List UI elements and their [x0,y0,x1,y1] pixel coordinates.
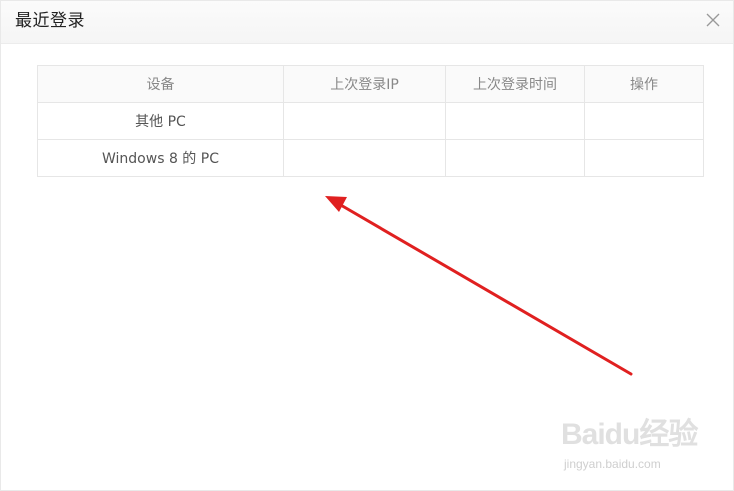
recent-login-dialog: 最近登录 设备 上次登录IP 上次登录时间 操作 其他 PC Windows 8… [0,0,734,491]
table-row: Windows 8 的 PC [37,139,704,177]
header-last-time: 上次登录时间 [445,65,585,103]
header-device: 设备 [37,65,284,103]
baidu-watermark: Baidu经验 jingyan.baidu.com [561,409,731,481]
dialog-title-bar: 最近登录 [1,1,733,44]
ip-cell [283,139,446,177]
table-row: 其他 PC [37,102,704,140]
action-cell[interactable] [584,102,704,140]
ip-cell [283,102,446,140]
arrow-head [325,196,347,212]
arrow-shaft [337,202,633,376]
header-last-ip: 上次登录IP [283,65,446,103]
time-cell [445,102,585,140]
device-cell: 其他 PC [37,102,284,140]
watermark-brand: Baidu经验 [561,418,698,451]
header-action: 操作 [584,65,704,103]
device-cell: Windows 8 的 PC [37,139,284,177]
login-table: 设备 上次登录IP 上次登录时间 操作 其他 PC Windows 8 的 PC [37,65,704,177]
time-cell [445,139,585,177]
table-header-row: 设备 上次登录IP 上次登录时间 操作 [37,65,704,103]
action-cell[interactable] [584,139,704,177]
dialog-title: 最近登录 [15,11,85,31]
login-table-container: 设备 上次登录IP 上次登录时间 操作 其他 PC Windows 8 的 PC [37,65,704,177]
watermark-url: jingyan.baidu.com [564,457,661,471]
close-icon[interactable] [703,10,723,30]
